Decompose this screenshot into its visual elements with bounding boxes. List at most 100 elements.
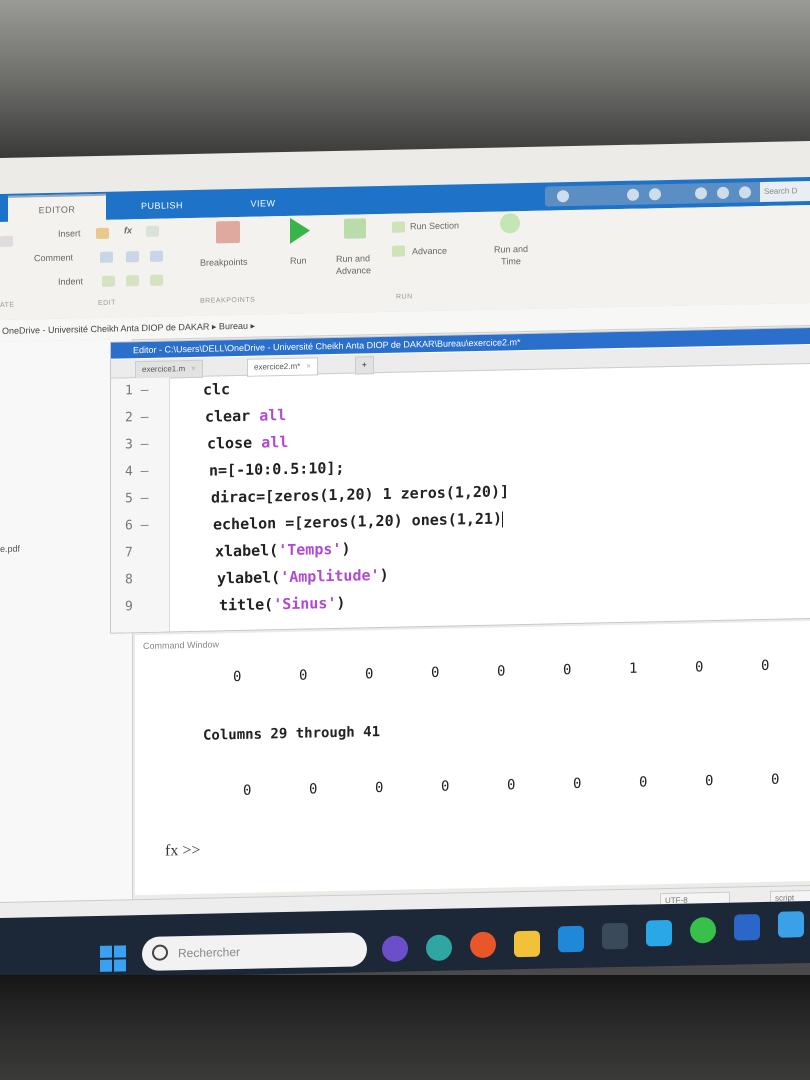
run-button[interactable]: Run bbox=[290, 256, 307, 266]
output-value: 0 bbox=[695, 659, 704, 676]
code-text: clc bbox=[203, 380, 231, 399]
cut-icon[interactable] bbox=[627, 188, 639, 201]
run-icon[interactable] bbox=[290, 217, 310, 244]
tab-publish[interactable]: PUBLISH bbox=[112, 192, 212, 220]
output-value: 0 bbox=[761, 657, 770, 675]
tab-label: exercice1.m bbox=[142, 364, 186, 375]
output-value: 0 bbox=[497, 663, 506, 680]
edge-icon[interactable] bbox=[426, 934, 452, 962]
quick-access-toolbar bbox=[545, 181, 765, 207]
code-text: clear all bbox=[205, 406, 287, 426]
columns-heading: Columns 29 through 41 bbox=[203, 724, 381, 744]
run-section-icon[interactable] bbox=[392, 221, 405, 233]
line-number: 3 – bbox=[125, 436, 149, 453]
line-number: 2 – bbox=[125, 409, 149, 426]
copy-icon[interactable] bbox=[649, 188, 661, 201]
line-number: 1 – bbox=[125, 382, 149, 399]
output-value: 0 bbox=[639, 774, 648, 791]
file-explorer-icon[interactable] bbox=[514, 930, 540, 958]
breakpoints-section-label: BREAKPOINTS bbox=[200, 296, 256, 305]
help-icon[interactable] bbox=[717, 186, 729, 199]
edit-section-label: EDIT bbox=[98, 299, 116, 307]
notepad-icon[interactable] bbox=[646, 919, 672, 947]
command-window-title: Command Window bbox=[143, 639, 220, 652]
line-number: 6 – bbox=[125, 517, 149, 534]
format-icon[interactable] bbox=[146, 225, 159, 237]
output-value: 0 bbox=[243, 782, 252, 799]
outdent-icon[interactable] bbox=[150, 274, 163, 286]
windows-start-icon[interactable] bbox=[100, 945, 126, 972]
output-value: 1 bbox=[629, 660, 638, 677]
insert-icon[interactable] bbox=[96, 227, 109, 239]
app-icon[interactable] bbox=[690, 917, 716, 944]
output-value: 0 bbox=[705, 773, 714, 790]
code-text: ylabel('Amplitude') bbox=[217, 565, 389, 588]
code-text: n=[-10:0.5:10]; bbox=[209, 458, 345, 480]
output-value: 0 bbox=[365, 666, 374, 683]
output-value: 0 bbox=[441, 778, 450, 795]
word-icon[interactable] bbox=[734, 914, 760, 941]
dropdown-icon[interactable] bbox=[739, 186, 751, 199]
output-row: 0 0 0 0 0 0 1 0 0 bbox=[135, 657, 810, 685]
terminal-icon[interactable] bbox=[602, 922, 628, 950]
line-number: 8 bbox=[125, 572, 133, 588]
code-text: xlabel('Temps') bbox=[215, 539, 351, 561]
search-documentation-input[interactable]: Search D bbox=[760, 181, 810, 203]
close-icon[interactable]: × bbox=[191, 364, 196, 373]
fx-button[interactable]: fx bbox=[124, 225, 132, 235]
matlab-taskbar-icon[interactable] bbox=[558, 925, 584, 953]
tab-view[interactable]: VIEW bbox=[216, 190, 310, 218]
text-cursor bbox=[501, 510, 503, 527]
run-section-button[interactable]: Run Section bbox=[410, 220, 459, 231]
file-section-label: ATE bbox=[0, 301, 15, 309]
output-value: 0 bbox=[375, 779, 384, 797]
taskbar-search-input[interactable]: Rechercher bbox=[142, 932, 367, 972]
undo-icon[interactable] bbox=[695, 187, 707, 200]
comment-button[interactable]: Comment bbox=[34, 252, 73, 263]
wrap-comments-icon[interactable] bbox=[150, 250, 163, 262]
search-placeholder: Rechercher bbox=[178, 944, 241, 961]
output-value: 0 bbox=[233, 668, 242, 686]
save-icon[interactable] bbox=[557, 190, 569, 203]
command-window[interactable]: Command Window 0 0 0 0 0 0 1 0 0 Columns… bbox=[135, 621, 810, 896]
dropdown-icon[interactable] bbox=[0, 235, 13, 247]
output-value: 0 bbox=[309, 781, 318, 798]
indent-icon[interactable] bbox=[126, 275, 139, 287]
ribbon-toolstrip: Insert fx Comment Indent EDIT ATE Breakp… bbox=[0, 205, 810, 321]
output-value: 0 bbox=[563, 662, 572, 679]
code-text: title('Sinus') bbox=[219, 593, 346, 615]
output-value: 0 bbox=[431, 664, 440, 681]
close-icon[interactable]: × bbox=[306, 361, 311, 370]
run-and-advance-icon[interactable] bbox=[344, 218, 366, 239]
breakpoints-button[interactable]: Breakpoints bbox=[200, 257, 248, 268]
comment-icon[interactable] bbox=[100, 251, 113, 263]
monitor-bezel-bottom bbox=[0, 975, 810, 1080]
teams-icon[interactable] bbox=[382, 935, 408, 962]
smart-indent-icon[interactable] bbox=[102, 275, 115, 287]
output-value: 0 bbox=[507, 777, 516, 794]
uncomment-icon[interactable] bbox=[126, 251, 139, 263]
tab-label: exercice2.m* bbox=[254, 361, 301, 372]
run-and-time-icon[interactable] bbox=[500, 213, 520, 234]
app-icon[interactable] bbox=[778, 911, 804, 938]
firefox-icon[interactable] bbox=[470, 931, 496, 959]
line-number: 9 bbox=[125, 599, 133, 615]
insert-button[interactable]: Insert bbox=[58, 228, 81, 238]
output-row: 0 0 0 0 0 0 0 0 0 bbox=[135, 771, 810, 799]
output-value: 0 bbox=[771, 771, 780, 788]
editor-panel: Editor - C:\Users\DELL\OneDrive - Univer… bbox=[110, 326, 810, 634]
line-number: 7 bbox=[125, 545, 133, 561]
run-and-advance-button[interactable]: Run and Advance bbox=[336, 252, 388, 277]
run-and-time-button[interactable]: Run and Time bbox=[488, 243, 534, 268]
search-icon bbox=[152, 944, 168, 961]
advance-button[interactable]: Advance bbox=[412, 246, 447, 257]
line-number: 5 – bbox=[125, 490, 149, 507]
advance-icon[interactable] bbox=[392, 245, 405, 257]
breakpoints-icon[interactable] bbox=[216, 220, 240, 244]
code-text: close all bbox=[207, 432, 289, 453]
file-list-item[interactable]: e.pdf bbox=[0, 544, 20, 554]
command-prompt[interactable]: fx >> bbox=[165, 842, 200, 861]
new-tab-button[interactable]: + bbox=[355, 356, 374, 375]
indent-button[interactable]: Indent bbox=[58, 276, 83, 287]
output-value: 0 bbox=[573, 775, 582, 792]
